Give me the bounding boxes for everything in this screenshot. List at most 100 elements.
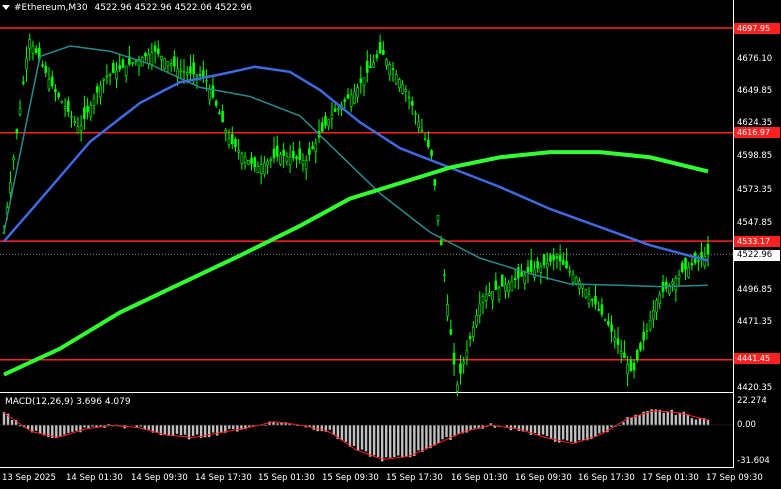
candle-body (353, 91, 356, 104)
macd-bar (541, 425, 545, 435)
candle-body (214, 101, 218, 106)
candle-body (346, 94, 350, 99)
candle-body (28, 39, 32, 49)
candle-body (484, 294, 488, 301)
candle-body (652, 310, 655, 320)
macd-bar (582, 425, 585, 441)
candle-body (292, 150, 295, 159)
price-axis-label: 4598.85 (737, 151, 773, 161)
candle-body (243, 156, 247, 164)
macd-bar (139, 425, 142, 427)
candle-body (394, 74, 398, 85)
candle-body (111, 63, 115, 73)
candle-body (41, 64, 44, 67)
candle-body (436, 214, 440, 221)
macd-bar (264, 425, 267, 426)
candle-body (365, 60, 369, 73)
candle-body (452, 352, 456, 365)
macd-bar (686, 414, 690, 426)
candle-body (60, 101, 64, 104)
candle-body (680, 262, 684, 272)
candle-body (92, 98, 96, 106)
dropdown-arrow-icon[interactable] (2, 5, 10, 10)
macd-bar (147, 425, 151, 430)
candle-body (664, 281, 668, 289)
macd-bar (570, 425, 573, 442)
candle-body (83, 107, 86, 119)
time-axis-label: 14 Sep 01:30 (66, 473, 123, 483)
candle-body (221, 110, 224, 123)
candle-body (198, 74, 202, 77)
candle-body (118, 65, 122, 70)
candle-body (144, 52, 147, 57)
macd-bar (328, 425, 332, 430)
macd-bar (179, 425, 183, 436)
candle-body (401, 84, 404, 94)
candle-body (66, 100, 70, 112)
macd-bar (364, 425, 368, 452)
price-axis-label: 4420.35 (737, 383, 773, 393)
candle-body (282, 149, 285, 156)
candle-body (95, 86, 99, 93)
macd-bar (71, 425, 74, 432)
candle-body (327, 119, 330, 127)
symbol-label: #Ethereum,M30 (14, 3, 88, 13)
candle-body (121, 59, 125, 68)
macd-bar (694, 419, 698, 426)
candle-body (545, 262, 549, 268)
macd-bar (513, 425, 517, 428)
candle-body (304, 160, 308, 170)
candle-body (108, 73, 112, 76)
candle-body (21, 81, 25, 84)
macd-bar (441, 425, 444, 440)
candle-body (626, 364, 629, 375)
macd-bar (352, 425, 356, 447)
macd-bar (401, 425, 404, 458)
candle-body (446, 304, 449, 317)
candle-body (459, 363, 462, 374)
macd-bar (445, 425, 448, 438)
macd-bar (18, 425, 22, 427)
candle-body (211, 85, 215, 98)
candle-body (147, 54, 150, 64)
candle-body (472, 326, 475, 337)
candle-body (488, 292, 491, 296)
macd-bar (610, 425, 613, 427)
macd-bar (59, 425, 62, 437)
time-axis-label: 16 Sep 01:30 (451, 473, 508, 483)
candle-body (185, 72, 189, 75)
chart-header[interactable]: #Ethereum,M30 4522.96 4522.96 4522.06 45… (2, 3, 252, 13)
macd-bar (533, 425, 537, 434)
candle-body (410, 101, 414, 106)
candle-body (382, 50, 385, 55)
macd-bar (216, 425, 219, 436)
price-axis-label: 4471.35 (737, 317, 773, 327)
candle-body (63, 106, 67, 110)
macd-bar (232, 425, 235, 430)
price-axis-label: 4649.85 (737, 86, 773, 96)
candle-body (500, 274, 504, 287)
macd-bar (549, 425, 553, 440)
candle-body (607, 321, 610, 325)
candle-body (433, 179, 437, 186)
time-axis-label: 15 Sep 09:30 (322, 473, 379, 483)
candle-body (590, 298, 594, 301)
level-label: 4616.97 (734, 127, 780, 138)
price-chart[interactable] (0, 0, 781, 489)
candles (2, 33, 710, 397)
macd-bar (678, 413, 682, 426)
macd-bar (296, 425, 299, 426)
macd-bar (574, 425, 577, 444)
macd-bar (356, 425, 360, 451)
candle-body (677, 274, 681, 279)
macd-bar (630, 417, 633, 426)
candle-body (642, 331, 646, 341)
macd-bar (163, 425, 167, 435)
candle-body (189, 66, 192, 74)
candle-body (558, 255, 562, 262)
candle-body (594, 296, 597, 305)
candle-body (423, 138, 427, 140)
candle-body (375, 54, 379, 59)
macd-bar (220, 425, 223, 433)
candle-body (272, 148, 276, 159)
